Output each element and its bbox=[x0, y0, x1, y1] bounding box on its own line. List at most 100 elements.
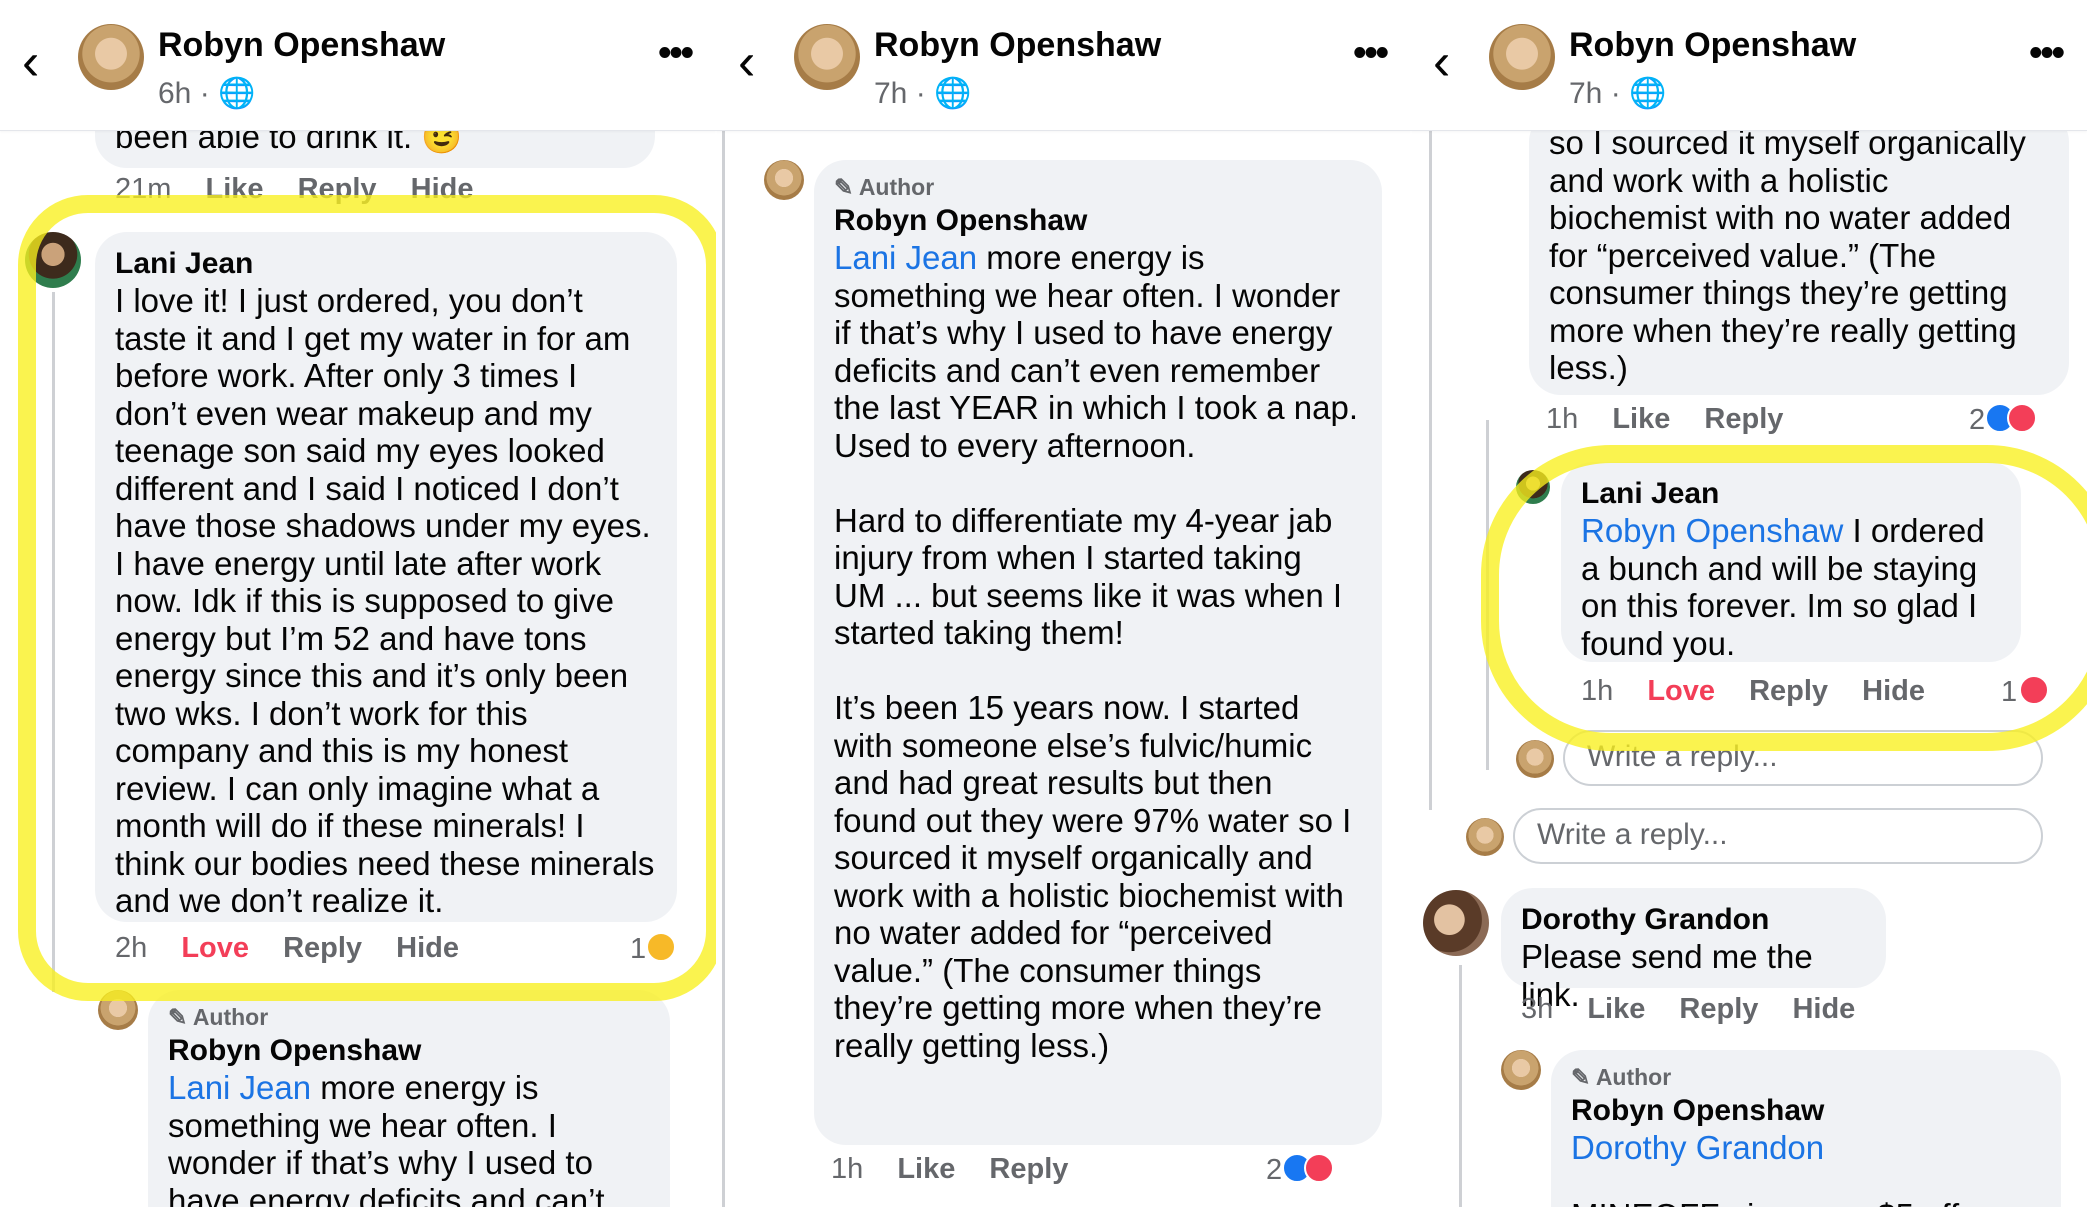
globe-icon: 🌐 bbox=[1629, 77, 1667, 110]
chevron-left-icon[interactable]: ‹ bbox=[738, 36, 755, 88]
hide-button[interactable]: Hide bbox=[1792, 993, 1855, 1025]
ellipsis-icon[interactable]: ••• bbox=[2029, 32, 2065, 75]
author-badge-label: Author bbox=[1595, 1064, 1672, 1090]
reply-button[interactable]: Reply bbox=[283, 932, 362, 964]
author-badge: ✎ Author bbox=[1571, 1064, 1672, 1090]
header-meta: 7h · 🌐 bbox=[874, 77, 972, 110]
hide-button[interactable]: Hide bbox=[396, 932, 459, 964]
author-badge-label: Author bbox=[192, 1004, 269, 1030]
comment-actions: 2h Love Reply Hide bbox=[115, 932, 485, 965]
love-button[interactable]: Love bbox=[1647, 675, 1715, 707]
header-name[interactable]: Robyn Openshaw bbox=[874, 26, 1161, 65]
love-reaction-icon bbox=[2007, 403, 2038, 433]
author-badge: ✎ Author bbox=[834, 174, 935, 200]
avatar[interactable] bbox=[78, 24, 144, 90]
avatar[interactable] bbox=[794, 24, 860, 90]
post-time: 7h bbox=[1569, 77, 1603, 110]
reply-input[interactable]: Write a reply... bbox=[1513, 808, 2043, 864]
comment-time: 2h bbox=[115, 932, 148, 964]
reaction-count[interactable]: 1 bbox=[630, 932, 677, 966]
comment-bubble: ✎ Author Robyn Openshaw Lani Jean more e… bbox=[814, 160, 1382, 1145]
panel-3: ‹ Robyn Openshaw 7h · 🌐 ••• so I sourced… bbox=[1411, 0, 2087, 1207]
avatar[interactable] bbox=[25, 232, 81, 288]
commenter-name[interactable]: Robyn Openshaw bbox=[168, 1033, 650, 1069]
avatar[interactable] bbox=[98, 990, 138, 1030]
commenter-name[interactable]: Robyn Openshaw bbox=[834, 203, 1362, 239]
comment-actions: 1h Like Reply bbox=[1546, 403, 1809, 436]
comment-bubble: ✎ Author Robyn Openshaw Lani Jean more e… bbox=[148, 990, 670, 1207]
reply-button[interactable]: Reply bbox=[1679, 993, 1758, 1025]
comment-time: 21m bbox=[115, 173, 172, 205]
avatar[interactable] bbox=[1489, 24, 1555, 90]
like-button[interactable]: Like bbox=[897, 1153, 955, 1185]
author-badge: ✎ Author bbox=[168, 1004, 269, 1030]
avatar[interactable] bbox=[1423, 890, 1489, 956]
post-time: 6h bbox=[158, 77, 192, 110]
reaction-count[interactable]: 1 bbox=[2001, 675, 2050, 709]
reaction-count-value: 1 bbox=[630, 933, 647, 965]
like-button[interactable]: Like bbox=[1612, 403, 1670, 435]
comment-bubble: Lani Jean I love it! I just ordered, you… bbox=[95, 232, 677, 922]
comment-bubble: ✎ Author Robyn Openshaw Dorothy Grandon … bbox=[1551, 1050, 2061, 1207]
commenter-name[interactable]: Lani Jean bbox=[115, 246, 657, 282]
chevron-left-icon[interactable]: ‹ bbox=[1433, 36, 1450, 88]
reaction-count-value: 2 bbox=[1266, 1154, 1283, 1186]
commenter-name[interactable]: Lani Jean bbox=[1581, 476, 2001, 512]
panel-1: ‹ Robyn Openshaw 6h · 🌐 ••• been able to… bbox=[0, 0, 716, 1207]
reply-button[interactable]: Reply bbox=[1704, 403, 1783, 435]
mention-link[interactable]: Lani Jean bbox=[168, 1069, 311, 1106]
avatar[interactable] bbox=[1501, 1050, 1541, 1090]
avatar[interactable] bbox=[1516, 470, 1550, 504]
comment-bubble: Dorothy Grandon Please send me the link. bbox=[1501, 888, 1886, 1013]
reaction-count-value: 1 bbox=[2001, 676, 2018, 708]
thread-line bbox=[1429, 130, 1432, 810]
love-reaction-icon bbox=[2019, 675, 2050, 705]
commenter-name[interactable]: Robyn Openshaw bbox=[1571, 1093, 2041, 1129]
header-name[interactable]: Robyn Openshaw bbox=[158, 26, 445, 65]
mention-link[interactable]: Robyn Openshaw bbox=[1581, 512, 1843, 549]
post-header: ‹ Robyn Openshaw 7h · 🌐 ••• bbox=[1411, 0, 2087, 131]
header-name[interactable]: Robyn Openshaw bbox=[1569, 26, 1856, 65]
avatar[interactable] bbox=[1516, 740, 1554, 778]
globe-icon: 🌐 bbox=[934, 77, 972, 110]
like-button[interactable]: Like bbox=[1587, 993, 1645, 1025]
reply-input[interactable]: Write a reply... bbox=[1563, 730, 2043, 786]
reaction-count[interactable]: 2 bbox=[1266, 1153, 1335, 1187]
post-header: ‹ Robyn Openshaw 6h · 🌐 ••• bbox=[0, 0, 716, 131]
comment-time: 3h bbox=[1521, 993, 1554, 1025]
thread-line bbox=[722, 130, 725, 1207]
reaction-count-value: 2 bbox=[1969, 404, 1986, 436]
comment-bubble: so I sourced it myself organically and w… bbox=[1529, 110, 2069, 395]
chevron-left-icon[interactable]: ‹ bbox=[22, 36, 39, 88]
post-header: ‹ Robyn Openshaw 7h · 🌐 ••• bbox=[716, 0, 1411, 131]
reply-button[interactable]: Reply bbox=[298, 173, 377, 205]
reaction-count[interactable]: 2 bbox=[1969, 403, 2038, 437]
comment-body: MINEOFF gives you $5 off your bbox=[1571, 1197, 2041, 1207]
comment-text: Lani Jean more energy is something we he… bbox=[834, 239, 1362, 1064]
reply-button[interactable]: Reply bbox=[989, 1153, 1068, 1185]
mention-link[interactable]: Lani Jean bbox=[834, 239, 977, 276]
thread-line bbox=[1459, 965, 1462, 1207]
ellipsis-icon[interactable]: ••• bbox=[1353, 32, 1389, 75]
author-badge-label: Author bbox=[858, 174, 935, 200]
comment-time: 1h bbox=[831, 1153, 864, 1185]
like-button[interactable]: Like bbox=[205, 173, 263, 205]
avatar[interactable] bbox=[1466, 818, 1504, 856]
comment-text: I love it! I just ordered, you don’t tas… bbox=[115, 282, 664, 919]
avatar[interactable] bbox=[764, 160, 804, 200]
comment-text: so I sourced it myself organically and w… bbox=[1549, 124, 2036, 386]
hide-button[interactable]: Hide bbox=[1862, 675, 1925, 707]
globe-icon: 🌐 bbox=[218, 77, 256, 110]
love-button[interactable]: Love bbox=[181, 932, 249, 964]
panel-2: ‹ Robyn Openshaw 7h · 🌐 ••• ✎ Author Rob… bbox=[716, 0, 1411, 1207]
comment-time: 1h bbox=[1581, 675, 1614, 707]
mention-link[interactable]: Dorothy Grandon bbox=[1571, 1129, 1824, 1166]
comment-actions: 3h Like Reply Hide bbox=[1521, 993, 1881, 1026]
love-reaction-icon bbox=[1304, 1153, 1335, 1183]
commenter-name[interactable]: Dorothy Grandon bbox=[1521, 902, 1866, 938]
hide-button[interactable]: Hide bbox=[411, 173, 474, 205]
comment-actions: 21m Like Reply Hide bbox=[115, 173, 499, 206]
ellipsis-icon[interactable]: ••• bbox=[658, 32, 694, 75]
header-meta: 6h · 🌐 bbox=[158, 77, 256, 110]
reply-button[interactable]: Reply bbox=[1749, 675, 1828, 707]
